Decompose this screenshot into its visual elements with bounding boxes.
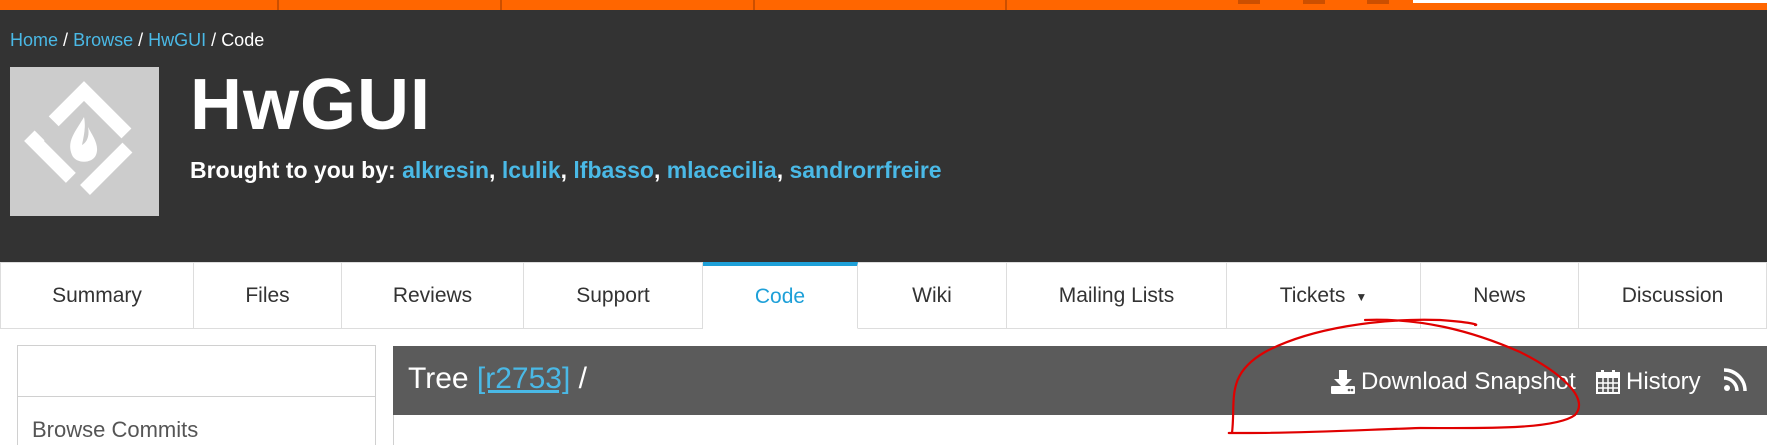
tab-news[interactable]: News — [1421, 262, 1579, 329]
author-link[interactable]: mlacecilia — [667, 157, 777, 183]
caret-down-icon: ▼ — [1355, 290, 1368, 304]
revision-link[interactable]: [r2753] — [477, 362, 570, 395]
tree-title: Tree [r2753] / — [408, 362, 587, 396]
tab-label: Wiki — [912, 284, 952, 307]
download-snapshot-label: Download Snapshot — [1361, 368, 1576, 395]
nav-icon[interactable] — [1238, 0, 1260, 4]
tab-label: Tickets — [1279, 284, 1346, 307]
breadcrumb: Home / Browse / HwGUI / Code — [10, 30, 264, 51]
logo-icon — [24, 81, 144, 201]
tab-files[interactable]: Files — [194, 262, 342, 329]
breadcrumb-separator: / — [138, 30, 144, 50]
nav-divider — [753, 0, 755, 10]
tree-path: / — [578, 362, 588, 395]
breadcrumb-current: Code — [221, 30, 265, 50]
download-icon — [1331, 370, 1355, 394]
tab-label: News — [1473, 284, 1526, 307]
history-button[interactable]: History — [1595, 368, 1701, 396]
rss-icon — [1723, 368, 1747, 392]
nav-divider — [1005, 0, 1007, 10]
tab-tickets[interactable]: Tickets ▼ — [1227, 262, 1421, 329]
search-input[interactable] — [1413, 0, 1767, 3]
breadcrumb-home-link[interactable]: Home — [10, 30, 58, 50]
project-logo[interactable] — [10, 67, 159, 216]
author-link[interactable]: lfbasso — [573, 157, 654, 183]
nav-icon[interactable] — [1367, 0, 1389, 4]
tab-support[interactable]: Support — [524, 262, 703, 329]
download-snapshot-button[interactable]: Download Snapshot — [1330, 368, 1576, 396]
rss-feed-button[interactable] — [1723, 368, 1752, 392]
sidebar-item-browse-commits[interactable]: Browse Commits — [18, 397, 375, 443]
breadcrumb-project-link[interactable]: HwGUI — [148, 30, 206, 50]
sidebar-header — [18, 346, 375, 397]
nav-icon[interactable] — [1303, 0, 1325, 4]
project-header: Home / Browse / HwGUI / Code HwGUI Broug… — [0, 10, 1767, 262]
nav-divider — [277, 0, 279, 10]
tab-label: Reviews — [392, 284, 473, 307]
breadcrumb-separator: / — [211, 30, 217, 50]
author-link[interactable]: alkresin — [402, 157, 489, 183]
tab-summary[interactable]: Summary — [0, 262, 194, 329]
calendar-icon — [1596, 370, 1620, 394]
tab-reviews[interactable]: Reviews — [342, 262, 524, 329]
project-title: HwGUI — [190, 65, 432, 145]
nav-divider — [500, 0, 502, 10]
code-sidebar: Browse Commits — [17, 345, 376, 445]
author-link[interactable]: lculik — [502, 157, 561, 183]
tab-discussion[interactable]: Discussion — [1579, 262, 1767, 329]
breadcrumb-separator: / — [63, 30, 69, 50]
project-byline: Brought to you by: alkresin, lculik, lfb… — [190, 157, 942, 183]
project-tabs: Summary Files Reviews Support Code Wiki … — [0, 262, 1767, 329]
top-nav-bar — [0, 0, 1767, 10]
tab-label: Mailing Lists — [1058, 284, 1175, 307]
breadcrumb-browse-link[interactable]: Browse — [73, 30, 133, 50]
tab-label: Discussion — [1621, 284, 1724, 307]
tab-label: Summary — [52, 284, 142, 307]
byline-label: Brought to you by: — [190, 157, 396, 183]
tab-label: Files — [245, 284, 290, 307]
author-link[interactable]: sandrorrfreire — [789, 157, 941, 183]
tab-label: Code — [754, 285, 806, 308]
tab-wiki[interactable]: Wiki — [858, 262, 1007, 329]
tree-header-bar: Tree [r2753] / Download Snapshot History — [393, 346, 1767, 415]
tab-code[interactable]: Code — [703, 262, 858, 329]
tree-content — [393, 415, 1767, 445]
tab-mailing-lists[interactable]: Mailing Lists — [1007, 262, 1227, 329]
history-label: History — [1626, 368, 1701, 395]
tree-label: Tree — [408, 362, 469, 395]
tab-label: Support — [576, 284, 650, 307]
